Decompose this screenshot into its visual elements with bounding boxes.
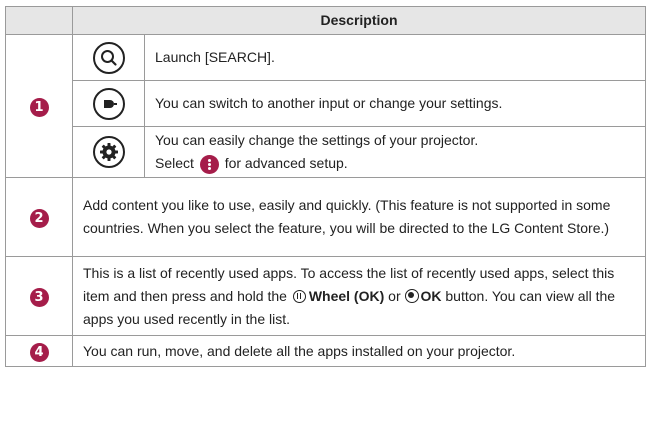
search-icon <box>92 41 125 74</box>
description-cell: Add content you like to use, easily and … <box>72 177 646 257</box>
header-description: Description <box>72 6 646 35</box>
input-icon <box>92 87 125 120</box>
icon-cell <box>72 34 145 81</box>
description-cell: Launch [SEARCH]. <box>144 34 646 81</box>
number-badge: 4 <box>29 342 49 362</box>
description-cell: You can switch to another input or chang… <box>144 80 646 127</box>
description-cell: You can run, move, and delete all the ap… <box>72 335 646 367</box>
wheel-icon <box>292 289 306 303</box>
settings-text-line1: You can easily change the settings of yo… <box>155 132 479 148</box>
row-number-cell: 4 <box>5 335 73 367</box>
table-header-row: Description <box>5 6 646 35</box>
table-row: You can switch to another input or chang… <box>6 80 646 127</box>
row-number-cell: 1 <box>5 34 73 178</box>
number-badge: 1 <box>29 97 49 117</box>
or-word: or <box>388 287 401 304</box>
more-options-icon <box>199 154 219 174</box>
select-word: Select <box>155 155 194 171</box>
ok-label: OK <box>420 287 442 304</box>
number-badge: 2 <box>29 208 49 228</box>
setup-text: for advanced setup. <box>224 155 348 171</box>
description-table: Description 1 Launch [SEARCH]. You can s… <box>5 6 646 367</box>
icon-cell <box>72 126 145 178</box>
icon-cell <box>72 80 145 127</box>
settings-text-line2: Select for advanced setup. <box>155 152 635 175</box>
row-number-cell: 3 <box>5 256 73 336</box>
row-number-cell: 2 <box>5 177 73 257</box>
table-row: 1 Launch [SEARCH]. <box>5 34 646 178</box>
number-badge: 3 <box>29 287 49 307</box>
header-blank-cell <box>5 6 73 35</box>
settings-gear-icon <box>92 136 125 168</box>
description-cell: This is a list of recently used apps. To… <box>72 256 646 336</box>
wheel-label: Wheel (OK) <box>308 287 385 304</box>
table-row: 2 Add content you like to use, easily an… <box>5 177 646 257</box>
ok-button-icon <box>404 288 419 303</box>
table-row: 4 You can run, move, and delete all the … <box>5 335 646 367</box>
table-row: You can easily change the settings of yo… <box>6 126 646 178</box>
table-row: 3 This is a list of recently used apps. … <box>5 256 646 336</box>
description-cell: You can easily change the settings of yo… <box>144 126 646 178</box>
